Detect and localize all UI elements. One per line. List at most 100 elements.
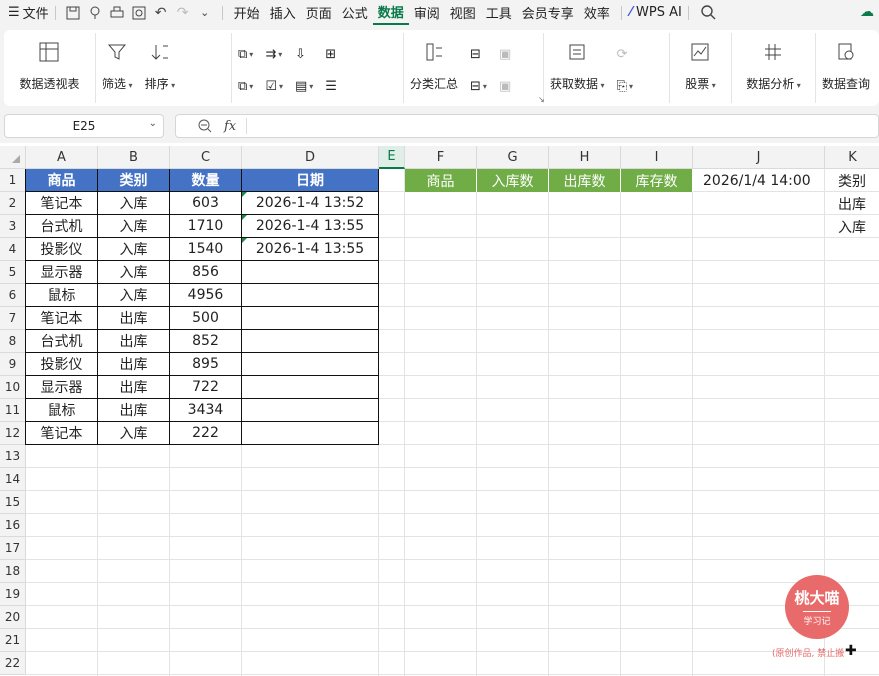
data-analysis-button[interactable]: 数据分析 ▾ [740, 39, 807, 92]
search-icon[interactable] [701, 5, 717, 21]
more-chevron-icon[interactable]: ⌄ [197, 5, 213, 21]
table-cell[interactable]: 入库 [98, 422, 170, 445]
row-header-2[interactable]: 2 [0, 192, 26, 215]
summary-header-cell[interactable]: 商品 [405, 169, 477, 192]
print-preview-icon[interactable] [131, 5, 147, 21]
table-cell[interactable] [242, 330, 379, 353]
filter-button[interactable]: 筛选 ▾ [96, 39, 139, 92]
table-header-cell[interactable]: 类别 [98, 169, 170, 192]
ribbon-expand-icon[interactable]: ↘ [538, 95, 545, 104]
row-header-17[interactable]: 17 [0, 537, 26, 560]
dropdown-list-button[interactable]: ▤ ▾ [295, 75, 313, 97]
row-header-7[interactable]: 7 [0, 307, 26, 330]
table-header-cell[interactable]: 日期 [242, 169, 379, 192]
refresh-button[interactable]: ⟳ [617, 43, 633, 65]
group-button[interactable]: ☰ [325, 75, 337, 97]
row-header-13[interactable]: 13 [0, 445, 26, 468]
table-cell[interactable]: 出库 [98, 307, 170, 330]
cloud-sync-icon[interactable]: ☁ [859, 4, 875, 20]
name-box[interactable]: E25 ⌄ [4, 114, 164, 138]
share-icon[interactable] [87, 5, 103, 21]
tab-5[interactable]: 审阅 [409, 0, 445, 25]
show-detail-button[interactable]: ▣ [499, 43, 511, 65]
table-cell[interactable]: 222 [170, 422, 242, 445]
column-header-j[interactable]: J [693, 146, 825, 169]
row-header-20[interactable]: 20 [0, 606, 26, 629]
row-header-21[interactable]: 21 [0, 629, 26, 652]
import-button[interactable]: ⇩ [295, 43, 313, 65]
row-header-8[interactable]: 8 [0, 330, 26, 353]
file-menu[interactable]: ☰ 文件 [8, 0, 49, 25]
spreadsheet-grid[interactable]: A B C D E F G H I J K 1 2 3 4 5 6 7 8 9 10 11 12 13 14 15 16 17 18 19… [0, 146, 879, 676]
tab-6[interactable]: 视图 [445, 0, 481, 25]
column-header-f[interactable]: F [405, 146, 477, 169]
table-cell[interactable]: 1540 [170, 238, 242, 261]
table-cell[interactable] [242, 261, 379, 284]
table-header-cell[interactable]: 数量 [170, 169, 242, 192]
table-cell[interactable]: 入库 [98, 215, 170, 238]
connections-button[interactable]: ⎘ ▾ [617, 75, 633, 97]
tab-1[interactable]: 插入 [265, 0, 301, 25]
table-cell[interactable]: 入库 [98, 192, 170, 215]
outline-button[interactable]: ⊟ ▾ [470, 75, 487, 97]
stock-button[interactable]: 股票 ▾ [679, 39, 722, 92]
name-box-chevron-icon[interactable]: ⌄ [149, 118, 157, 129]
data-query-button[interactable]: 数据查询 [816, 39, 876, 92]
formula-input[interactable]: fx [175, 114, 879, 138]
sort-button[interactable]: 排序 ▾ [139, 39, 182, 92]
tab-3[interactable]: 公式 [337, 0, 373, 25]
tab-7[interactable]: 工具 [481, 0, 517, 25]
table-cell[interactable]: 500 [170, 307, 242, 330]
column-header-h[interactable]: H [549, 146, 621, 169]
table-cell[interactable] [242, 307, 379, 330]
table-cell[interactable]: 4956 [170, 284, 242, 307]
table-cell[interactable] [242, 399, 379, 422]
table-cell[interactable] [242, 353, 379, 376]
get-data-button[interactable]: 获取数据 ▾ [544, 39, 611, 92]
datetime-cell[interactable]: 2026/1/4 14:00 [693, 169, 825, 192]
table-cell[interactable]: 入库 [98, 284, 170, 307]
row-header-4[interactable]: 4 [0, 238, 26, 261]
row-header-11[interactable]: 11 [0, 399, 26, 422]
summary-header-cell[interactable]: 出库数 [549, 169, 621, 192]
column-header-e[interactable]: E [379, 146, 405, 169]
table-cell[interactable]: 出库 [98, 330, 170, 353]
row-header-3[interactable]: 3 [0, 215, 26, 238]
table-cell[interactable]: 投影仪 [26, 353, 98, 376]
table-cell[interactable]: 1710 [170, 215, 242, 238]
column-header-i[interactable]: I [621, 146, 693, 169]
print-icon[interactable] [109, 5, 125, 21]
row-header-22[interactable]: 22 [0, 652, 26, 675]
row-header-18[interactable]: 18 [0, 560, 26, 583]
tab-4[interactable]: 数据 [372, 0, 409, 25]
k-column-cell[interactable]: 类别 [825, 169, 879, 192]
wps-ai-button[interactable]: ⁄ WPS AI [630, 0, 682, 25]
table-cell[interactable] [242, 376, 379, 399]
select-all-corner[interactable] [0, 146, 26, 169]
summary-header-cell[interactable]: 入库数 [477, 169, 549, 192]
undo-icon[interactable]: ↶ [153, 5, 169, 21]
row-header-9[interactable]: 9 [0, 353, 26, 376]
column-header-a[interactable]: A [26, 146, 98, 169]
table-cell[interactable]: 2026-1-4 13:55 [242, 238, 379, 261]
row-header-16[interactable]: 16 [0, 514, 26, 537]
table-cell[interactable] [242, 284, 379, 307]
tab-8[interactable]: 会员专享 [517, 0, 579, 25]
table-cell[interactable]: 入库 [98, 238, 170, 261]
consolidate-button[interactable]: ⊞ [325, 43, 337, 65]
validation-button[interactable]: ☑ ▾ [265, 75, 283, 97]
table-cell[interactable]: 722 [170, 376, 242, 399]
table-cell[interactable]: 2026-1-4 13:55 [242, 215, 379, 238]
column-header-d[interactable]: D [242, 146, 379, 169]
hide-detail-button[interactable]: ▣ [499, 75, 511, 97]
row-header-14[interactable]: 14 [0, 468, 26, 491]
duplicates-button[interactable]: ⧉ ▾ [238, 43, 253, 65]
row-header-6[interactable]: 6 [0, 284, 26, 307]
save-icon[interactable] [65, 5, 81, 21]
subtotal-button[interactable]: 分类汇总 [404, 39, 464, 92]
table-cell[interactable]: 3434 [170, 399, 242, 422]
compare-button[interactable]: ⧉ ▾ [238, 75, 253, 97]
row-header-1[interactable]: 1 [0, 169, 26, 192]
table-cell[interactable]: 895 [170, 353, 242, 376]
column-header-g[interactable]: G [477, 146, 549, 169]
